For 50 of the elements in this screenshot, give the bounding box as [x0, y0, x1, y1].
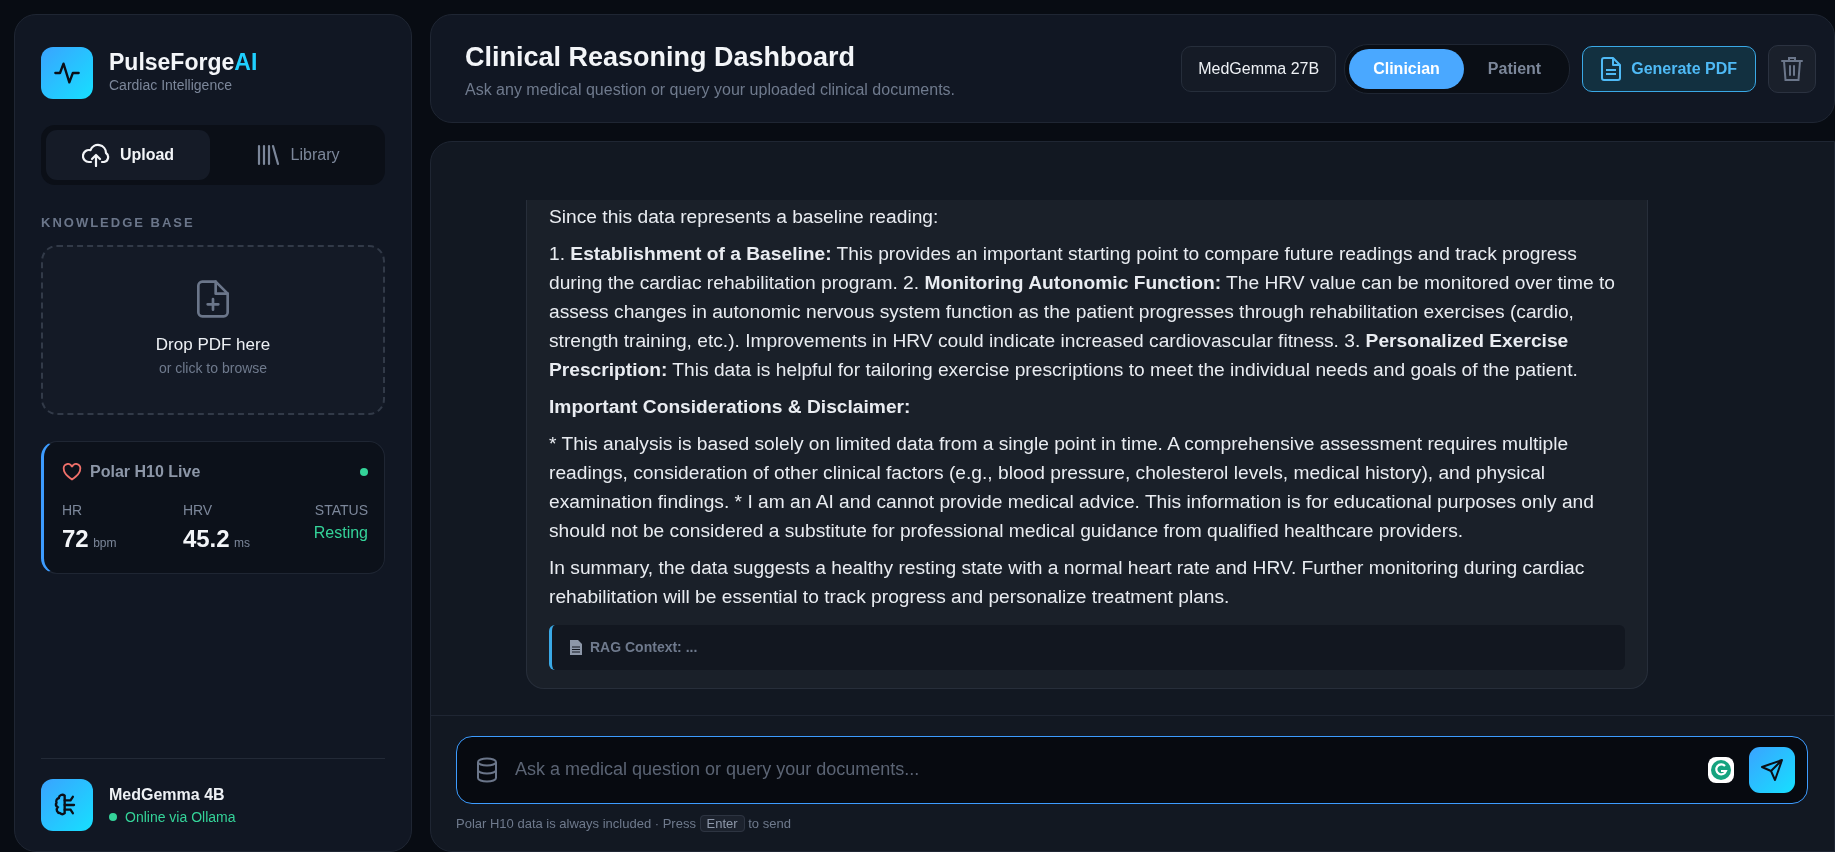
delete-button[interactable]	[1768, 45, 1816, 94]
cloud-upload-icon	[81, 143, 110, 167]
question-field[interactable]: Ask a medical question or query your documents...	[513, 755, 1693, 784]
metric-value: 45.2	[182, 524, 230, 552]
generate-pdf-button[interactable]: Generate PDF	[1582, 46, 1756, 93]
send-icon	[1760, 757, 1784, 782]
model-badge: MedGemma 27B	[1181, 46, 1337, 93]
rag-context[interactable]: RAG Context: ...	[549, 624, 1625, 670]
brain-icon	[41, 779, 93, 831]
file-add-icon	[197, 280, 229, 319]
message-paragraph: In summary, the data suggests a healthy resting state with a normal heart rate and HRV. Further monitoring during cardiac rehabilitation will be essential to track progress and personalize treatment plans.	[549, 555, 1586, 609]
rag-context-text: RAG Context: ...	[590, 637, 698, 657]
model-name: MedGemma 4B	[109, 784, 226, 805]
database-icon	[475, 756, 499, 783]
assistant-icon	[1707, 755, 1735, 784]
brand-name: PulseForgeAI	[109, 49, 258, 76]
metric-label: HRV	[182, 500, 214, 520]
document-icon	[1601, 57, 1622, 82]
metric-label: STATUS	[313, 500, 368, 520]
page-subtitle: Ask any medical question or query your uploaded clinical documents.	[465, 79, 956, 100]
sidebar-tab[interactable]: Upload	[46, 130, 210, 180]
pdf-dropzone[interactable]: Drop PDF here or click to browse	[41, 244, 385, 415]
enter-key: Enter	[699, 814, 745, 832]
metric-unit: bpm	[93, 535, 117, 550]
input-hint: to send	[748, 815, 791, 831]
metric-value: 72	[62, 524, 89, 552]
page-title: Clinical Reasoning Dashboard	[465, 41, 857, 74]
message-paragraph: Important Considerations & Disclaimer:	[549, 394, 912, 419]
brand-subtitle: Cardiac Intelligence	[109, 76, 233, 96]
library-icon	[256, 144, 281, 166]
metric-status: Resting	[313, 522, 368, 543]
page-icon	[570, 639, 582, 655]
question-field[interactable]: Ask a medical question or query your documents...	[456, 735, 1808, 804]
heart-icon	[62, 462, 82, 481]
trash-icon	[1781, 56, 1803, 83]
model-status: Online via Ollama	[125, 807, 236, 827]
mode-tab[interactable]: Patient	[1463, 49, 1566, 90]
sidebar-tab[interactable]: Library	[216, 130, 380, 180]
message-paragraph: 1. Establishment of a Baseline: This provides an important starting point to compare future readings and track progress during the cardiac rehabilitation program. 2. Monitoring Autonomic Function: The HRV value can be monitored over time to assess changes in autonomic nervous system function as the patient progresses through rehabilitation exercises (cardio, strength training, etc.). Improvements in HRV could indicate increased cardiovascular fitness. 3. Personalized Exercise Prescription: This data is helpful for tailoring exercise prescriptions to meet the individual needs and goals of the patient.	[549, 241, 1616, 382]
dropzone-title: Drop PDF here	[155, 334, 271, 357]
dropzone-hint: or click to browse	[158, 358, 268, 378]
input-hint: Polar H10 data is always included · Press	[456, 815, 696, 831]
section-label: KNOWLEDGE BASE	[41, 214, 196, 232]
metric-unit: ms	[234, 535, 251, 550]
send-button[interactable]	[1749, 746, 1795, 793]
device-title: Polar H10 Live	[90, 461, 201, 482]
message-paragraph: Since this data represents a baseline reading:	[549, 204, 940, 229]
message-paragraph: * This analysis is based solely on limited data from a single point in time. A comprehensive assessment requires multiple readings, consideration of other clinical factors (e.g., blood pressure, cholesterol levels, medical history), and physical examination findings. * I am an AI and cannot provide medical advice. This information is for educational purposes only and should not be considered a substitute for professional medical guidance from qualified healthcare providers.	[549, 431, 1595, 543]
metric-label: HR	[62, 500, 84, 520]
logo-icon	[41, 47, 93, 99]
